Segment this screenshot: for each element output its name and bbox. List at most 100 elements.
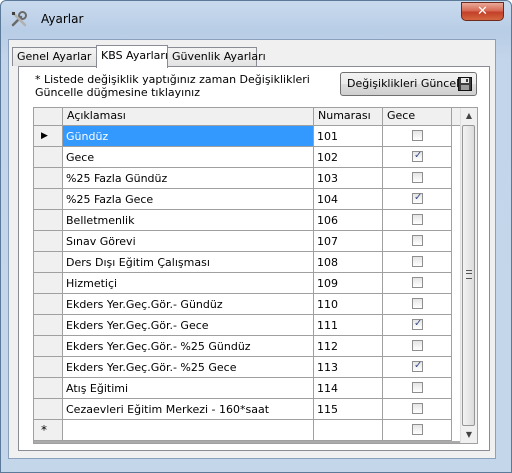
cell-numara[interactable]: 106 (314, 210, 383, 231)
cell-numara[interactable]: 104 (314, 189, 383, 210)
table-row[interactable]: Hizmetiçi 109 (34, 273, 462, 294)
cell-gece[interactable] (383, 231, 452, 252)
gece-checkbox[interactable] (412, 340, 423, 351)
row-header[interactable]: * (34, 420, 63, 441)
scroll-down-icon[interactable]: ▼ (461, 427, 477, 443)
row-header[interactable] (34, 336, 63, 357)
close-button[interactable]: ✕ (461, 2, 504, 21)
column-header-numara[interactable]: Numarası (314, 108, 383, 125)
gece-checkbox[interactable]: ✓ (412, 318, 423, 330)
cell-gece[interactable] (383, 252, 452, 273)
gece-checkbox[interactable] (412, 382, 423, 393)
cell-gece[interactable] (383, 273, 452, 294)
row-header[interactable] (34, 399, 63, 420)
cell-aciklama[interactable]: Belletmenlik (63, 210, 314, 231)
cell-aciklama[interactable]: %25 Fazla Gündüz (63, 168, 314, 189)
cell-aciklama[interactable]: Cezaevleri Eğitim Merkezi - 160*saat (63, 399, 314, 420)
cell-numara[interactable]: 111 (314, 315, 383, 336)
row-header[interactable] (34, 273, 63, 294)
row-header[interactable] (34, 147, 63, 168)
cell-gece[interactable] (383, 294, 452, 315)
row-header[interactable] (34, 189, 63, 210)
gece-checkbox[interactable] (412, 256, 423, 267)
gece-checkbox[interactable] (412, 214, 423, 225)
gece-checkbox[interactable] (412, 172, 423, 183)
table-row[interactable]: * (34, 420, 462, 441)
gece-checkbox[interactable] (412, 424, 423, 435)
cell-aciklama[interactable]: Gece (63, 147, 314, 168)
cell-numara[interactable]: 101 (314, 126, 383, 147)
cell-numara[interactable]: 113 (314, 357, 383, 378)
table-row[interactable]: Ekders Yer.Geç.Gör.- Gece 111 ✓ (34, 315, 462, 336)
cell-aciklama[interactable]: Ekders Yer.Geç.Gör.- %25 Gece (63, 357, 314, 378)
table-row[interactable]: Cezaevleri Eğitim Merkezi - 160*saat 115 (34, 399, 462, 420)
cell-aciklama[interactable]: Atış Eğitimi (63, 378, 314, 399)
cell-numara[interactable]: 110 (314, 294, 383, 315)
cell-gece[interactable] (383, 378, 452, 399)
cell-gece[interactable]: ✓ (383, 189, 452, 210)
table-row[interactable]: Belletmenlik 106 (34, 210, 462, 231)
cell-gece[interactable] (383, 399, 452, 420)
gece-checkbox[interactable] (412, 403, 423, 414)
cell-aciklama[interactable]: %25 Fazla Gece (63, 189, 314, 210)
table-row[interactable]: Ekders Yer.Geç.Gör.- %25 Gündüz 112 (34, 336, 462, 357)
table-row[interactable]: Gece 102 ✓ (34, 147, 462, 168)
table-row[interactable]: Ekders Yer.Geç.Gör.- Gündüz 110 (34, 294, 462, 315)
column-header-aciklama[interactable]: Açıklaması (63, 108, 314, 125)
cell-numara[interactable]: 108 (314, 252, 383, 273)
row-header[interactable] (34, 294, 63, 315)
cell-aciklama[interactable]: Ders Dışı Eğitim Çalışması (63, 252, 314, 273)
table-row[interactable]: Atış Eğitimi 114 (34, 378, 462, 399)
gece-checkbox[interactable]: ✓ (412, 192, 423, 204)
tab-kbs-ayarlari[interactable]: KBS Ayarları (96, 45, 168, 68)
row-header[interactable]: ▶ (34, 126, 63, 147)
table-row[interactable]: %25 Fazla Gündüz 103 (34, 168, 462, 189)
row-header[interactable] (34, 231, 63, 252)
cell-gece[interactable] (383, 420, 452, 441)
cell-numara[interactable]: 109 (314, 273, 383, 294)
title-bar[interactable]: Ayarlar ✕ (1, 1, 511, 37)
cell-numara[interactable]: 107 (314, 231, 383, 252)
cell-aciklama[interactable]: Hizmetiçi (63, 273, 314, 294)
cell-gece[interactable] (383, 210, 452, 231)
row-header[interactable] (34, 378, 63, 399)
update-changes-button[interactable]: Değişiklikleri Güncelle (340, 72, 477, 96)
cell-gece[interactable] (383, 126, 452, 147)
scroll-up-icon[interactable]: ▲ (461, 108, 477, 124)
cell-aciklama[interactable] (63, 420, 314, 441)
row-header[interactable] (34, 168, 63, 189)
cell-numara[interactable]: 112 (314, 336, 383, 357)
cell-numara[interactable]: 115 (314, 399, 383, 420)
cell-gece[interactable]: ✓ (383, 357, 452, 378)
table-row[interactable]: Ekders Yer.Geç.Gör.- %25 Gece 113 ✓ (34, 357, 462, 378)
cell-aciklama[interactable]: Gündüz (63, 126, 314, 147)
gece-checkbox[interactable] (412, 298, 423, 309)
row-header[interactable] (34, 315, 63, 336)
cell-aciklama[interactable]: Ekders Yer.Geç.Gör.- %25 Gündüz (63, 336, 314, 357)
cell-numara[interactable] (314, 420, 383, 441)
cell-gece[interactable]: ✓ (383, 315, 452, 336)
cell-gece[interactable]: ✓ (383, 147, 452, 168)
table-row[interactable]: Sınav Görevi 107 (34, 231, 462, 252)
gece-checkbox[interactable]: ✓ (412, 360, 423, 372)
table-row[interactable]: %25 Fazla Gece 104 ✓ (34, 189, 462, 210)
tab-guvenlik-ayarlari[interactable]: Güvenlik Ayarları (167, 47, 266, 66)
column-header-gece[interactable]: Gece (383, 108, 452, 125)
scroll-thumb[interactable] (462, 125, 475, 426)
row-header[interactable] (34, 210, 63, 231)
gece-checkbox[interactable] (412, 130, 423, 141)
gece-checkbox[interactable]: ✓ (412, 150, 423, 162)
cell-aciklama[interactable]: Ekders Yer.Geç.Gör.- Gece (63, 315, 314, 336)
cell-gece[interactable] (383, 168, 452, 189)
cell-numara[interactable]: 114 (314, 378, 383, 399)
cell-numara[interactable]: 103 (314, 168, 383, 189)
cell-numara[interactable]: 102 (314, 147, 383, 168)
cell-aciklama[interactable]: Ekders Yer.Geç.Gör.- Gündüz (63, 294, 314, 315)
table-row[interactable]: ▶ Gündüz 101 (34, 126, 462, 147)
cell-aciklama[interactable]: Sınav Görevi (63, 231, 314, 252)
gece-checkbox[interactable] (412, 235, 423, 246)
row-header[interactable] (34, 252, 63, 273)
table-row[interactable]: Ders Dışı Eğitim Çalışması 108 (34, 252, 462, 273)
vertical-scrollbar[interactable]: ▲ ▼ (460, 108, 477, 443)
gece-checkbox[interactable] (412, 277, 423, 288)
